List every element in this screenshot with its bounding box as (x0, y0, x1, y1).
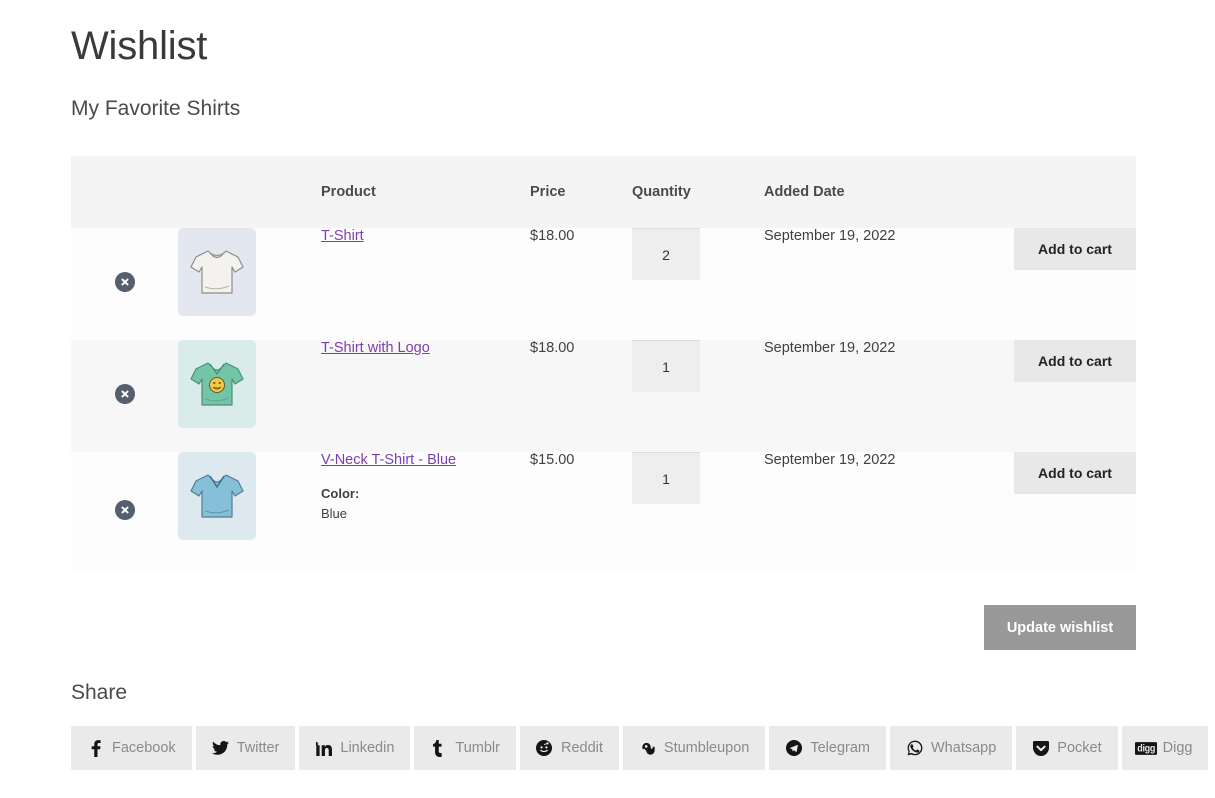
quantity-input[interactable]: 2 (632, 228, 700, 280)
remove-circle-x-icon[interactable] (115, 272, 135, 292)
reddit-icon (536, 740, 553, 757)
price-cell: $18.00 (530, 228, 632, 340)
remove-circle-x-icon[interactable] (115, 384, 135, 404)
add-to-cart-button[interactable]: Add to cart (1014, 228, 1136, 270)
attribute-label: Color: (321, 486, 530, 501)
share-button-pocket[interactable]: Pocket (1016, 726, 1117, 770)
add-to-cart-button[interactable]: Add to cart (1014, 340, 1136, 382)
table-row: T-Shirt with Logo $18.00 1 September 19,… (71, 340, 1136, 452)
header-quantity: Quantity (632, 156, 764, 228)
header-remove (71, 156, 178, 228)
share-button-tumblr[interactable]: Tumblr (414, 726, 516, 770)
share-button-label: Stumbleupon (664, 740, 749, 756)
thumbnail-cell (178, 228, 321, 340)
attribute-value: Blue (321, 506, 530, 521)
product-cell: T-Shirt with Logo (321, 340, 530, 452)
share-button-label: Facebook (112, 740, 176, 756)
header-thumbnail (178, 156, 321, 228)
added-date-cell: September 19, 2022 (764, 228, 992, 340)
wishlist-page: Wishlist My Favorite Shirts Product Pric… (0, 0, 1215, 798)
digg-icon: digg (1138, 740, 1155, 757)
share-button-label: Digg (1163, 740, 1193, 756)
price-cell: $15.00 (530, 452, 632, 572)
wishlist-table: Product Price Quantity Added Date (71, 156, 1136, 572)
pocket-icon (1032, 740, 1049, 757)
share-button-facebook[interactable]: Facebook (71, 726, 192, 770)
share-button-label: Reddit (561, 740, 603, 756)
wishlist-name: My Favorite Shirts (71, 97, 240, 121)
quantity-cell: 2 (632, 228, 764, 340)
share-button-label: Whatsapp (931, 740, 996, 756)
share-button-label: Telegram (810, 740, 870, 756)
quantity-cell: 1 (632, 340, 764, 452)
action-cell: Add to cart (992, 228, 1136, 340)
product-cell: T-Shirt (321, 228, 530, 340)
quantity-cell: 1 (632, 452, 764, 572)
action-cell: Add to cart (992, 452, 1136, 572)
twitter-bird-icon (212, 740, 229, 757)
remove-cell (71, 340, 178, 452)
share-button-digg[interactable]: digg Digg (1122, 726, 1209, 770)
added-date-cell: September 19, 2022 (764, 452, 992, 572)
update-wishlist-button[interactable]: Update wishlist (984, 605, 1136, 650)
header-product: Product (321, 156, 530, 228)
share-button-label: Tumblr (455, 740, 500, 756)
remove-circle-x-icon[interactable] (115, 500, 135, 520)
share-button-telegram[interactable]: Telegram (769, 726, 886, 770)
table-row: V-Neck T-Shirt - Blue Color: Blue $15.00… (71, 452, 1136, 572)
quantity-input[interactable]: 1 (632, 452, 700, 504)
header-action (992, 156, 1136, 228)
product-link[interactable]: T-Shirt (321, 228, 364, 244)
action-cell: Add to cart (992, 340, 1136, 452)
share-button-label: Twitter (237, 740, 280, 756)
share-button-linkedin[interactable]: Linkedin (299, 726, 410, 770)
telegram-icon (785, 740, 802, 757)
header-added-date: Added Date (764, 156, 992, 228)
share-bar: Facebook Twitter Linkedin Tumblr Reddit (71, 726, 1208, 770)
stumbleupon-icon (639, 740, 656, 757)
table-header-row: Product Price Quantity Added Date (71, 156, 1136, 228)
facebook-icon (87, 740, 104, 757)
add-to-cart-button[interactable]: Add to cart (1014, 452, 1136, 494)
share-button-label: Linkedin (340, 740, 394, 756)
blue-vneck-tshirt-thumbnail[interactable] (178, 452, 256, 540)
product-link[interactable]: V-Neck T-Shirt - Blue (321, 452, 456, 468)
share-button-whatsapp[interactable]: Whatsapp (890, 726, 1012, 770)
thumbnail-cell (178, 452, 321, 572)
product-cell: V-Neck T-Shirt - Blue Color: Blue (321, 452, 530, 572)
quantity-input[interactable]: 1 (632, 340, 700, 392)
price-cell: $18.00 (530, 340, 632, 452)
green-logo-tshirt-thumbnail[interactable] (178, 340, 256, 428)
remove-cell (71, 452, 178, 572)
tumblr-icon (430, 740, 447, 757)
share-button-stumbleupon[interactable]: Stumbleupon (623, 726, 765, 770)
header-price: Price (530, 156, 632, 228)
remove-cell (71, 228, 178, 340)
added-date-cell: September 19, 2022 (764, 340, 992, 452)
page-title: Wishlist (71, 22, 207, 70)
whatsapp-icon (906, 740, 923, 757)
white-tshirt-thumbnail[interactable] (178, 228, 256, 316)
table-row: T-Shirt $18.00 2 September 19, 2022 Add … (71, 228, 1136, 340)
share-heading: Share (71, 681, 127, 705)
linkedin-icon (315, 740, 332, 757)
share-button-twitter[interactable]: Twitter (196, 726, 296, 770)
product-link[interactable]: T-Shirt with Logo (321, 340, 430, 356)
thumbnail-cell (178, 340, 321, 452)
share-button-label: Pocket (1057, 740, 1101, 756)
share-button-reddit[interactable]: Reddit (520, 726, 619, 770)
